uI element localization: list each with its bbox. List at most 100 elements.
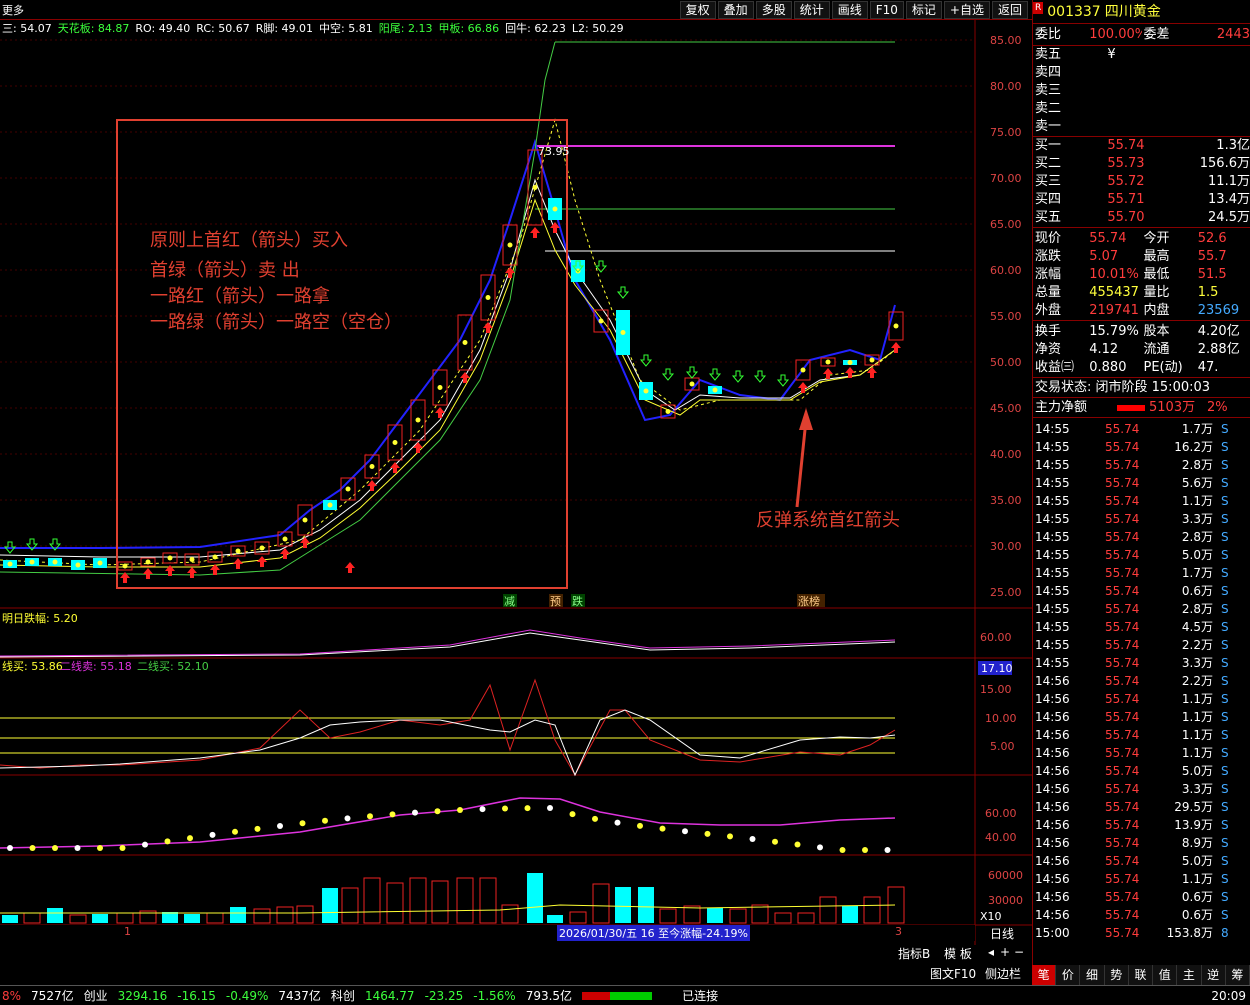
volume-bar bbox=[707, 908, 723, 923]
vol-axis-1: 60000 bbox=[988, 869, 1023, 882]
r-badge: R bbox=[1033, 2, 1044, 14]
more-menu[interactable]: 更多 bbox=[2, 2, 24, 18]
panel-tab[interactable]: 值 bbox=[1153, 965, 1178, 985]
tick-row: 14:56 55.74 8.9万 S bbox=[1035, 836, 1229, 850]
tick-row: 14:56 55.74 3.3万 S bbox=[1035, 782, 1229, 796]
ma-value: 三: 54.07 bbox=[2, 22, 52, 35]
tick-row: 14:56 55.74 1.1万 S bbox=[1035, 746, 1229, 760]
tick-list[interactable]: 14:55 55.74 1.7万 S 14:55 55.74 16.2万 S 14:55 55.7… bbox=[1033, 417, 1250, 942]
volume-bar bbox=[527, 873, 543, 923]
tick-row: 14:56 55.74 5.0万 S bbox=[1035, 764, 1229, 778]
volume-bar bbox=[341, 887, 359, 924]
kline-chart[interactable]: 85.00 80.00 75.00 70.00 65.00 60.00 55.00 50.00… bbox=[0, 20, 1032, 945]
dashed-line bbox=[0, 118, 896, 566]
rfoot-value: R脚: 49.01 bbox=[255, 22, 314, 35]
buy-arrow bbox=[435, 407, 445, 418]
panel-tab[interactable]: 价 bbox=[1056, 965, 1081, 985]
tick-row: 14:56 55.74 13.9万 S bbox=[1035, 818, 1229, 832]
y-tick: 40.00 bbox=[990, 448, 1022, 461]
tick-row: 14:55 55.74 2.8万 S bbox=[1035, 458, 1229, 472]
weicha-label: 委差 bbox=[1143, 27, 1170, 42]
tick-row: 14:55 55.74 5.0万 S bbox=[1035, 548, 1229, 562]
tick-row: 14:55 55.74 2.2万 S bbox=[1035, 638, 1229, 652]
volume-bar bbox=[547, 915, 563, 923]
plus-icon[interactable]: + bbox=[1000, 945, 1010, 959]
panel-tab[interactable]: 筹 bbox=[1226, 965, 1250, 985]
panel-tab[interactable]: 细 bbox=[1080, 965, 1105, 985]
volume-bars bbox=[0, 873, 905, 924]
statistics-button[interactable]: 统计 bbox=[793, 1, 830, 19]
tick-row: 14:55 55.74 16.2万 S bbox=[1035, 440, 1229, 454]
tick-row: 14:56 55.74 29.5万 S bbox=[1035, 800, 1229, 814]
f10-text-button[interactable]: 图文F10 bbox=[930, 965, 976, 982]
volume-bar bbox=[479, 877, 497, 924]
buy-arrow bbox=[187, 567, 197, 578]
sidebar-button[interactable]: 侧边栏 bbox=[985, 965, 1021, 982]
tick-row: 14:56 55.74 0.6万 S bbox=[1035, 908, 1229, 922]
tick-row: 14:56 55.74 0.6万 S bbox=[1035, 890, 1229, 904]
volume-bar bbox=[863, 896, 881, 924]
sub1-line bbox=[0, 629, 896, 657]
minus-icon[interactable]: − bbox=[1014, 945, 1024, 959]
volume-bar bbox=[797, 912, 815, 924]
mark-button[interactable]: 标记 bbox=[905, 1, 942, 19]
volume-bar bbox=[615, 887, 631, 923]
arrow-left-icon[interactable]: ◂ bbox=[988, 945, 994, 959]
volume-bar bbox=[409, 877, 427, 924]
zhuli-pct: 2% bbox=[1207, 400, 1228, 415]
quote-panel: R 001337 四川黄金 委比 100.00% 委差 2443 卖五 ¥ 卖四 … bbox=[1032, 0, 1250, 965]
buy-arrow bbox=[483, 322, 493, 333]
tick-row: 14:55 55.74 0.6万 S bbox=[1035, 584, 1229, 598]
f10-button[interactable]: F10 bbox=[869, 1, 904, 19]
sub1-label: 明日跌幅: 5.20 bbox=[2, 611, 78, 625]
volume-bar bbox=[751, 904, 769, 924]
add-watchlist-button[interactable]: +自选 bbox=[943, 1, 990, 19]
sub3-axis-2: 40.00 bbox=[985, 831, 1017, 844]
y-tick: 75.00 bbox=[990, 126, 1022, 139]
period-label[interactable]: 日线 bbox=[990, 925, 1014, 942]
volume-bar bbox=[386, 882, 404, 924]
buy-book: 买一 55.74 1.3亿 买二 55.73 156.6万 买三 55.72 11.1万 买… bbox=[1033, 136, 1250, 225]
peak-label: 73.95 bbox=[538, 145, 570, 158]
market-bars-icon bbox=[582, 991, 653, 1000]
x-axis-left: 1 bbox=[124, 925, 131, 938]
connection-status[interactable]: 已连接 bbox=[682, 987, 718, 1004]
zhongkong-value: 中空: 5.81 bbox=[319, 22, 373, 35]
tag-die: 跌 bbox=[572, 594, 583, 608]
volume-bar bbox=[162, 912, 178, 923]
volume-bar bbox=[456, 877, 474, 924]
panel-tab[interactable]: 主 bbox=[1177, 965, 1202, 985]
volume-bar bbox=[276, 906, 294, 924]
panel-tab[interactable]: 势 bbox=[1105, 965, 1129, 985]
volume-bar bbox=[322, 888, 338, 923]
sub2-axis-1: 15.00 bbox=[980, 683, 1012, 696]
template-button[interactable]: 模 板 bbox=[944, 945, 972, 962]
status-bar: 8% 7527亿 创业 3294.16 -16.15 -0.49% 7437亿 … bbox=[0, 985, 1250, 1005]
rule-text-1: 原则上首红（箭头）买入 bbox=[150, 230, 348, 251]
y-tick: 50.00 bbox=[990, 356, 1022, 369]
volume-bar bbox=[296, 905, 314, 924]
multi-stock-button[interactable]: 多股 bbox=[755, 1, 792, 19]
stats-block: 现价 55.74 今开 52.6 涨跌 5.07 最高 55.7 涨幅 10.01% 最低 51.… bbox=[1033, 227, 1250, 320]
sub3-line bbox=[0, 797, 896, 849]
weicha-value: 2443 bbox=[1216, 27, 1250, 42]
overlay-button[interactable]: 叠加 bbox=[717, 1, 754, 19]
jiaban-value: 甲板: 66.86 bbox=[438, 22, 500, 35]
panel-tab[interactable]: 笔 bbox=[1032, 965, 1057, 985]
back-button[interactable]: 返回 bbox=[991, 1, 1028, 19]
vol-axis-2: 30000 bbox=[988, 894, 1023, 907]
tick-row: 14:55 55.74 3.3万 S bbox=[1035, 512, 1229, 526]
weibi-label: 委比 bbox=[1035, 27, 1062, 42]
volume-bar bbox=[774, 912, 792, 924]
panel-tab[interactable]: 联 bbox=[1129, 965, 1154, 985]
volume-bar bbox=[501, 904, 519, 924]
volume-bar bbox=[659, 908, 677, 924]
draw-line-button[interactable]: 画线 bbox=[831, 1, 868, 19]
volume-bar bbox=[184, 914, 200, 923]
panel-tab[interactable]: 逆 bbox=[1202, 965, 1226, 985]
volume-bar bbox=[2, 915, 18, 923]
fuquan-button[interactable]: 复权 bbox=[679, 1, 716, 19]
sell-arrow bbox=[616, 286, 630, 299]
indicator-button[interactable]: 指标B bbox=[898, 945, 930, 962]
panel-tabs: 笔价细势联值主逆筹 bbox=[1032, 965, 1250, 985]
